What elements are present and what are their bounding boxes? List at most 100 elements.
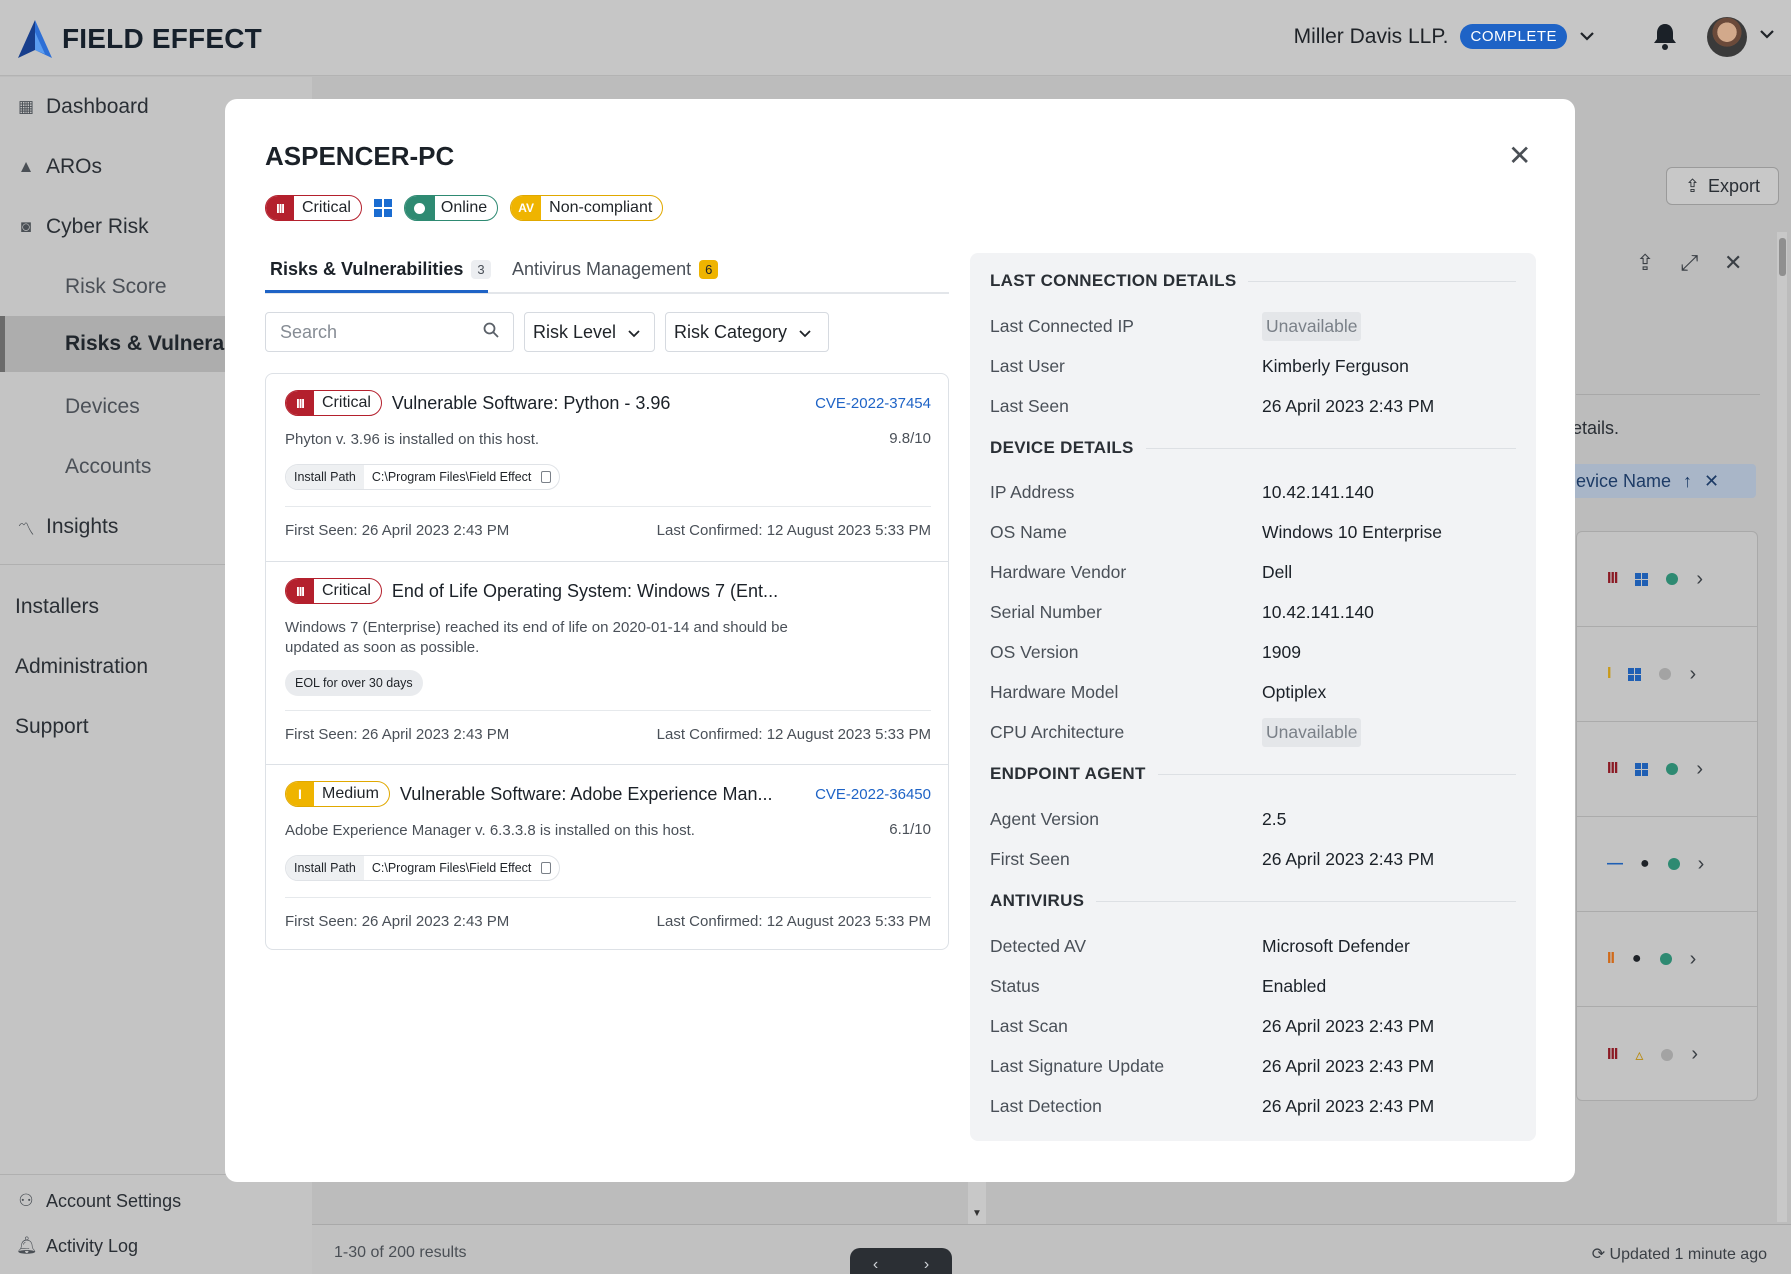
sort-chip[interactable]: evice Name ↑ ✕ [1570,464,1756,498]
chevron-down-icon[interactable] [1759,26,1775,44]
detail-row: IP Address 10.42.141.140 [990,477,1516,507]
chevron-right-icon: › [1696,757,1704,780]
sidebar-item-activity-log[interactable]: 🔔︎ Activity Log [0,1224,312,1268]
copy-icon[interactable] [541,471,552,483]
online-status-icon [1666,763,1679,775]
section-title: DEVICE DETAILS [990,438,1134,457]
last-updated-label: Updated 1 minute ago [1609,1246,1767,1263]
notifications-bell-icon[interactable] [1653,22,1677,55]
device-details-panel: LAST CONNECTION DETAILS Last Connected I… [970,253,1536,1141]
detail-row: Last User Kimberly Ferguson [990,351,1516,381]
tab-label: Antivirus Management [512,259,692,279]
last-confirmed: Last Confirmed: 12 August 2023 5:33 PM [656,726,931,743]
list-item[interactable]: I › [1577,627,1757,722]
risk-category-dropdown[interactable]: Risk Category [665,312,829,352]
severity-label: Critical [322,582,371,599]
tab-count: 3 [471,260,491,279]
bell-icon: 🔔︎ [16,1236,38,1255]
sidebar-item-account-settings[interactable]: ⚇ Account Settings [0,1179,312,1223]
online-status-icon [1659,953,1672,965]
section-heading: LAST CONNECTION DETAILS [990,271,1516,291]
risk-description: Windows 7 (Enterprise) reached its end o… [285,619,788,656]
panel-divider [1576,394,1760,395]
device-list: III › I › III › — ● › II ● › III ▵ › [1576,531,1758,1101]
detail-key: OS Name [990,521,1067,542]
medium-icon: I [286,782,314,806]
install-path-text: C:\Program Files\Field Effect [371,861,532,875]
sidebar-item-label: Administration [15,655,149,678]
install-path-tag: Install Path C:\Program Files\Field Effe… [285,855,561,881]
share-icon[interactable]: ⇪ [1636,250,1654,276]
first-seen: First Seen: 26 April 2023 2:43 PM [285,522,510,539]
cyber-risk-icon: ◙ [20,217,32,236]
online-status-icon [404,196,435,220]
sidebar-item-label: Activity Log [46,1235,139,1256]
risk-level-dropdown[interactable]: Risk Level [524,312,655,352]
brand-name: FIELD EFFECT [62,23,262,54]
windows-icon [1635,762,1649,776]
close-icon[interactable]: ✕ [1724,250,1742,276]
detail-value: Microsoft Defender [1262,935,1410,956]
windows-icon [373,199,392,217]
detail-key: First Seen [990,848,1070,869]
scrollbar-thumb[interactable] [1779,238,1786,276]
avatar[interactable] [1707,17,1747,57]
sidebar-item-label: Devices [65,395,140,418]
tab-count: 6 [699,260,719,279]
export-button[interactable]: ⇪ Export [1666,167,1779,205]
section-heading: ENDPOINT AGENT [990,764,1516,784]
risk-description: Adobe Experience Manager v. 6.3.3.8 is i… [285,822,695,839]
cve-link[interactable]: CVE-2022-37454 [815,395,931,412]
sidebar-item-label: Cyber Risk [46,215,149,238]
risk-level-label: Risk Level [533,321,617,342]
results-count: 1-30 of 200 results [334,1244,467,1261]
next-page-icon[interactable]: › [924,1256,929,1274]
risk-list: III Critical Vulnerable Software: Python… [265,373,949,950]
search-field[interactable] [265,312,514,352]
detail-key: IP Address [990,481,1075,502]
cve-link[interactable]: CVE-2022-36450 [815,786,931,803]
arrow-up-icon[interactable]: ↑ [1683,471,1692,492]
tab-risks-vulnerabilities[interactable]: Risks & Vulnerabilities 3 [270,259,491,280]
copy-icon[interactable] [541,862,552,874]
list-item[interactable]: — ● › [1577,817,1757,912]
install-path-key: Install Path [286,465,364,489]
critical-icon: III [1607,1045,1618,1063]
risk-card[interactable]: I Medium Vulnerable Software: Adobe Expe… [266,765,948,949]
av-compliance-badge: AV Non-compliant [510,195,664,221]
severity-label: Medium [322,785,379,802]
close-icon[interactable]: ✕ [1508,142,1531,170]
critical-icon: III [1607,570,1618,587]
tab-antivirus-management[interactable]: Antivirus Management 6 [512,259,719,280]
export-label: Export [1708,175,1761,196]
search-input[interactable] [280,321,460,343]
list-item[interactable]: III ▵ › [1577,1007,1757,1102]
detail-row: OS Name Windows 10 Enterprise [990,517,1516,547]
aro-icon: ▲ [17,157,35,176]
expand-icon[interactable]: ⤢ [1680,250,1698,276]
risk-card[interactable]: III Critical End of Life Operating Syste… [266,562,948,765]
risk-card[interactable]: III Critical Vulnerable Software: Python… [266,374,948,562]
detail-value: Unavailable [1262,717,1362,747]
org-switcher[interactable]: Miller Davis LLP. COMPLETE [1294,24,1595,49]
detail-value: 26 April 2023 2:43 PM [1262,1055,1435,1076]
pagination: ‹ › [850,1248,952,1274]
list-item[interactable]: II ● › [1577,912,1757,1007]
detail-key: Detected AV [990,935,1086,956]
scrollbar[interactable] [1777,232,1787,1222]
list-item[interactable]: III › [1577,532,1757,627]
detail-value: 10.42.141.140 [1262,481,1374,502]
detail-row: Last Signature Update 26 April 2023 2:43… [990,1051,1516,1081]
brand-logo[interactable]: FIELD EFFECT [18,20,262,58]
list-item[interactable]: III › [1577,722,1757,817]
detail-row: Hardware Model Optiplex [990,677,1516,707]
org-name: Miller Davis LLP. [1293,24,1449,48]
section-heading: DEVICE DETAILS [990,438,1516,458]
last-confirmed: Last Confirmed: 12 August 2023 5:33 PM [656,913,931,930]
chevron-down-icon [628,322,640,343]
detail-value: Unavailable [1262,311,1362,341]
risk-description: Phyton v. 3.96 is installed on this host… [285,431,540,448]
close-icon[interactable]: ✕ [1704,471,1719,492]
refresh-icon[interactable]: ⟳ [1592,1246,1605,1263]
previous-page-icon[interactable]: ‹ [873,1256,878,1274]
